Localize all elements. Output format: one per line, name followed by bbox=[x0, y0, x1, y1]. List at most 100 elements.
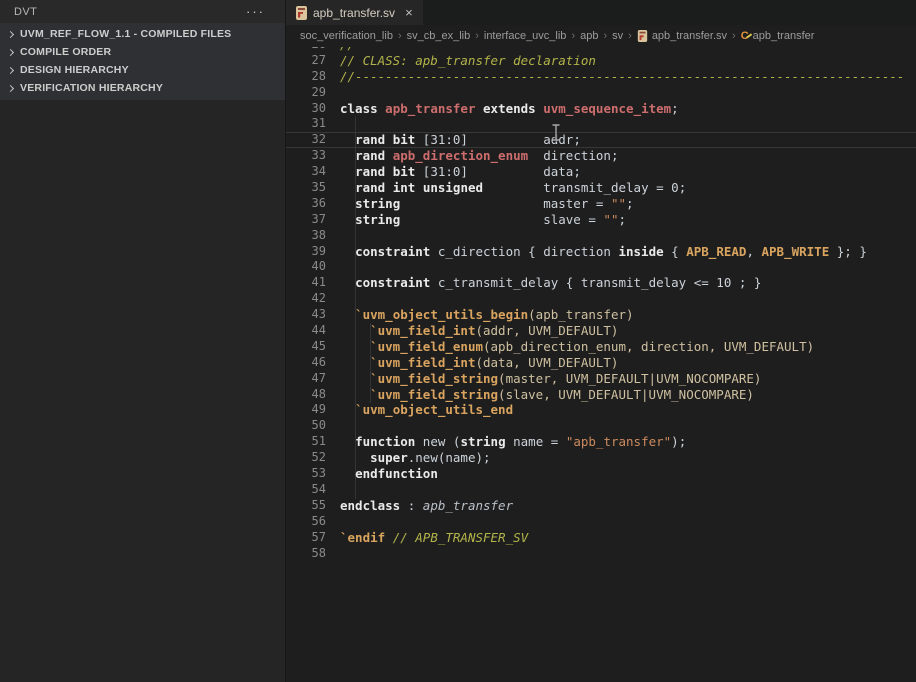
code-line-text: endclass : apb_transfer bbox=[326, 498, 513, 514]
breadcrumb-item-label: apb_transfer bbox=[753, 30, 815, 42]
chevron-right-icon bbox=[7, 30, 14, 37]
breadcrumb-item-label: interface_uvc_lib bbox=[484, 30, 567, 42]
line-number: 55 bbox=[286, 498, 326, 514]
code-line[interactable]: 33 rand apb_direction_enum direction; bbox=[286, 148, 916, 164]
code-line[interactable]: 39 constraint c_direction { direction in… bbox=[286, 244, 916, 260]
code-line[interactable]: 56 bbox=[286, 514, 916, 530]
code-line[interactable]: 47 `uvm_field_string(master, UVM_DEFAULT… bbox=[286, 371, 916, 387]
code-line[interactable]: 32 rand bit [31:0] addr; bbox=[286, 132, 916, 148]
code-line[interactable]: 58 bbox=[286, 546, 916, 562]
code-line[interactable]: 28//------------------------------------… bbox=[286, 69, 916, 85]
breadcrumb-separator: › bbox=[398, 30, 402, 42]
code-line-text bbox=[326, 482, 340, 498]
code-line[interactable]: 31 bbox=[286, 116, 916, 132]
code-line-text: `uvm_object_utils_begin(apb_transfer) bbox=[326, 307, 634, 323]
sidebar-item-label: VERIFICATION HIERARCHY bbox=[20, 82, 163, 94]
code-line[interactable]: 52 super.new(name); bbox=[286, 450, 916, 466]
close-icon[interactable]: × bbox=[405, 7, 413, 19]
code-line-text: `uvm_field_enum(apb_direction_enum, dire… bbox=[326, 339, 814, 355]
breadcrumb-separator: › bbox=[571, 30, 575, 42]
code-line[interactable]: 48 `uvm_field_string(slave, UVM_DEFAULT|… bbox=[286, 387, 916, 403]
code-line[interactable]: 40 bbox=[286, 259, 916, 275]
code-line-text: constraint c_transmit_delay { transmit_d… bbox=[326, 275, 761, 291]
code-editor[interactable]: 26//------------------------------------… bbox=[286, 47, 916, 561]
line-number: 29 bbox=[286, 85, 326, 101]
code-line[interactable]: 45 `uvm_field_enum(apb_direction_enum, d… bbox=[286, 339, 916, 355]
line-number: 56 bbox=[286, 514, 326, 530]
line-number: 46 bbox=[286, 355, 326, 371]
line-number: 49 bbox=[286, 402, 326, 418]
breadcrumb-item[interactable]: Capb_transfer bbox=[741, 30, 815, 42]
code-line[interactable]: 41 constraint c_transmit_delay { transmi… bbox=[286, 275, 916, 291]
tab-bar: apb_transfer.sv × bbox=[286, 0, 916, 25]
code-line[interactable]: 36 string master = ""; bbox=[286, 196, 916, 212]
panel-title: DVT bbox=[14, 6, 37, 18]
sidebar-item-design-hierarchy[interactable]: DESIGN HIERARCHY bbox=[0, 61, 285, 79]
breadcrumb-item[interactable]: interface_uvc_lib bbox=[484, 30, 567, 42]
code-line[interactable]: 38 bbox=[286, 228, 916, 244]
line-number: 43 bbox=[286, 307, 326, 323]
editor-pane: apb_transfer.sv × soc_verification_lib›s… bbox=[286, 0, 916, 682]
breadcrumb-item[interactable]: apb bbox=[580, 30, 598, 42]
breadcrumb-item[interactable]: soc_verification_lib bbox=[300, 30, 393, 42]
code-line[interactable]: 55endclass : apb_transfer bbox=[286, 498, 916, 514]
line-number: 53 bbox=[286, 466, 326, 482]
code-line-text: endfunction bbox=[326, 466, 438, 482]
code-line[interactable]: 57`endif // APB_TRANSFER_SV bbox=[286, 530, 916, 546]
code-line[interactable]: 30class apb_transfer extends uvm_sequenc… bbox=[286, 101, 916, 117]
code-line[interactable]: 44 `uvm_field_int(addr, UVM_DEFAULT) bbox=[286, 323, 916, 339]
code-line[interactable]: 34 rand bit [31:0] data; bbox=[286, 164, 916, 180]
code-line[interactable]: 53 endfunction bbox=[286, 466, 916, 482]
breadcrumb-item[interactable]: sv_cb_ex_lib bbox=[407, 30, 471, 42]
code-line[interactable]: 35 rand int unsigned transmit_delay = 0; bbox=[286, 180, 916, 196]
sv-file-icon bbox=[638, 30, 647, 42]
tab-label: apb_transfer.sv bbox=[313, 6, 395, 20]
code-line[interactable]: 50 bbox=[286, 418, 916, 434]
code-line[interactable]: 27// CLASS: apb_transfer declaration bbox=[286, 53, 916, 69]
sidebar-header: DVT ··· bbox=[0, 0, 285, 23]
code-line-text: class apb_transfer extends uvm_sequence_… bbox=[326, 101, 679, 117]
tab-apb-transfer[interactable]: apb_transfer.sv × bbox=[286, 0, 423, 25]
code-line-text bbox=[326, 228, 340, 244]
breadcrumb-item-label: sv_cb_ex_lib bbox=[407, 30, 471, 42]
code-line-text: rand apb_direction_enum direction; bbox=[326, 148, 618, 164]
line-number: 40 bbox=[286, 259, 326, 275]
line-number: 30 bbox=[286, 101, 326, 117]
code-line[interactable]: 29 bbox=[286, 85, 916, 101]
code-line-text: // CLASS: apb_transfer declaration bbox=[326, 53, 596, 69]
line-number: 57 bbox=[286, 530, 326, 546]
sidebar-item-uvm-ref-flow-1-1-compiled-files[interactable]: UVM_REF_FLOW_1.1 - COMPILED FILES bbox=[0, 25, 285, 43]
code-line-text: string slave = ""; bbox=[326, 212, 626, 228]
breadcrumb-item[interactable]: apb_transfer.sv bbox=[637, 29, 727, 43]
code-line[interactable]: 43 `uvm_object_utils_begin(apb_transfer) bbox=[286, 307, 916, 323]
line-number: 34 bbox=[286, 164, 326, 180]
code-line[interactable]: 42 bbox=[286, 291, 916, 307]
breadcrumb-item[interactable]: sv bbox=[612, 30, 623, 42]
code-line-text: rand bit [31:0] data; bbox=[326, 164, 581, 180]
code-line[interactable]: 49 `uvm_object_utils_end bbox=[286, 402, 916, 418]
code-line-text: rand bit [31:0] addr; bbox=[326, 132, 581, 148]
code-line-text: super.new(name); bbox=[326, 450, 491, 466]
code-line-text: `uvm_field_int(addr, UVM_DEFAULT) bbox=[326, 323, 618, 339]
line-number: 35 bbox=[286, 180, 326, 196]
code-line[interactable]: 37 string slave = ""; bbox=[286, 212, 916, 228]
sidebar-item-verification-hierarchy[interactable]: VERIFICATION HIERARCHY bbox=[0, 79, 285, 97]
code-line-text: rand int unsigned transmit_delay = 0; bbox=[326, 180, 686, 196]
breadcrumb-item-label: sv bbox=[612, 30, 623, 42]
code-line[interactable]: 46 `uvm_field_int(data, UVM_DEFAULT) bbox=[286, 355, 916, 371]
code-line-text: `endif // APB_TRANSFER_SV bbox=[326, 530, 528, 546]
breadcrumb-separator: › bbox=[628, 30, 632, 42]
line-number: 33 bbox=[286, 148, 326, 164]
code-line[interactable]: 51 function new (string name = "apb_tran… bbox=[286, 434, 916, 450]
line-number: 41 bbox=[286, 275, 326, 291]
code-line[interactable]: 54 bbox=[286, 482, 916, 498]
more-actions-icon[interactable]: ··· bbox=[246, 7, 271, 17]
code-line-text: function new (string name = "apb_transfe… bbox=[326, 434, 686, 450]
line-number: 28 bbox=[286, 69, 326, 85]
line-number: 27 bbox=[286, 53, 326, 69]
sidebar-item-compile-order[interactable]: COMPILE ORDER bbox=[0, 43, 285, 61]
sidebar-item-label: UVM_REF_FLOW_1.1 - COMPILED FILES bbox=[20, 28, 231, 40]
breadcrumb: soc_verification_lib › sv_cb_ex_lib › interf… bbox=[286, 25, 916, 47]
code-line-text: constraint c_direction { direction insid… bbox=[326, 244, 867, 260]
line-number: 58 bbox=[286, 546, 326, 562]
